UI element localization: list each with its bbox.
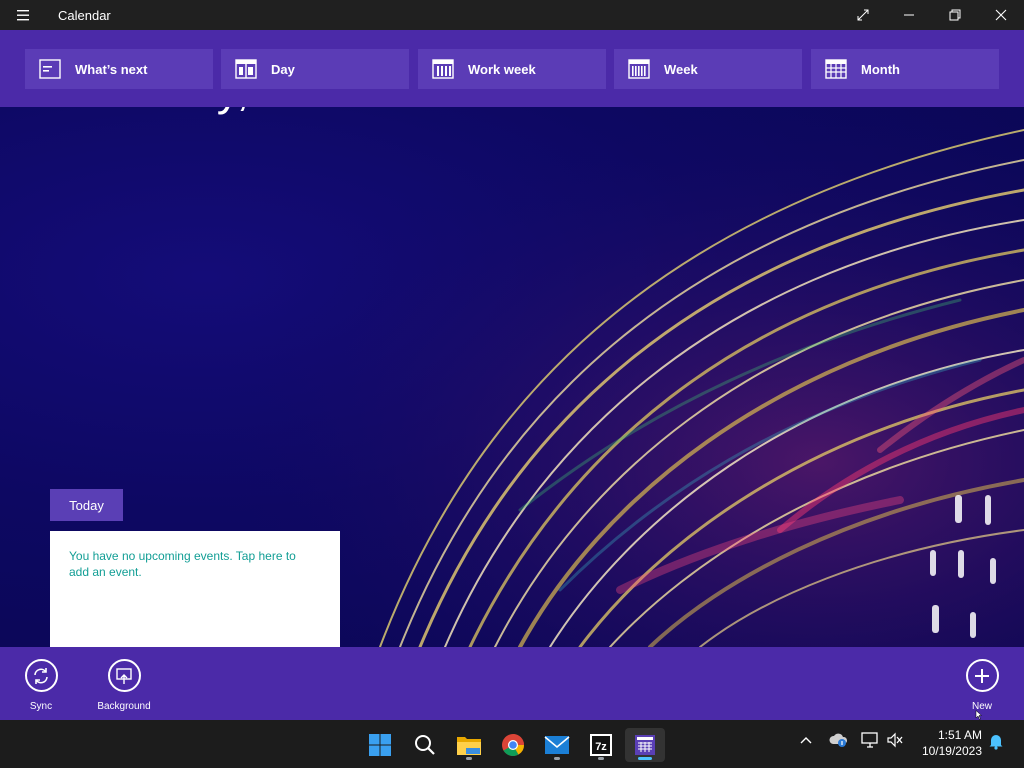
clock-date: 10/19/2023 <box>921 744 982 758</box>
whats-next-view-button[interactable]: What’s next <box>25 49 213 89</box>
file-explorer-button[interactable] <box>449 728 489 762</box>
background-icon <box>107 659 141 692</box>
start-button[interactable] <box>360 728 400 762</box>
day-view-icon <box>235 59 257 79</box>
7-zip-icon: 7z <box>590 734 612 756</box>
restore-icon <box>949 9 961 21</box>
week-view-icon <box>628 59 650 79</box>
volume-muted-icon <box>887 732 903 748</box>
minimize-button[interactable] <box>886 0 932 30</box>
notifications-button[interactable] <box>988 732 1004 755</box>
sync-label: Sync <box>29 701 53 712</box>
month-view-icon <box>825 59 847 79</box>
clock[interactable]: 1:51 AM 10/19/2023 <box>912 727 982 759</box>
running-indicator <box>466 757 472 760</box>
window-title: Calendar <box>58 8 111 23</box>
chrome-button[interactable] <box>493 728 533 762</box>
close-button[interactable] <box>978 0 1024 30</box>
network-icon <box>861 732 878 748</box>
app-command-bar: Sync Background New <box>0 647 1024 720</box>
mail-button[interactable] <box>537 728 577 762</box>
running-indicator <box>554 757 560 760</box>
work-week-icon <box>432 59 454 79</box>
mouse-cursor-icon <box>975 710 983 720</box>
work-week-view-button[interactable]: Work week <box>418 49 606 89</box>
sync-button[interactable]: Sync <box>1 659 81 712</box>
no-events-message[interactable]: You have no upcoming events. Tap here to… <box>69 548 319 580</box>
mail-icon <box>544 736 570 754</box>
day-view-button[interactable]: Day <box>221 49 409 89</box>
work-week-label: Work week <box>468 61 536 77</box>
view-switcher-bar: What’s next Day Work week Week Month <box>0 30 1024 107</box>
clock-time: 1:51 AM <box>937 728 982 742</box>
today-button[interactable]: Today <box>50 489 123 521</box>
week-label: Week <box>664 61 698 77</box>
chevron-up-icon <box>800 737 812 744</box>
search-button[interactable] <box>405 728 445 762</box>
chrome-icon <box>502 734 524 756</box>
show-hidden-icons-button[interactable] <box>798 732 814 753</box>
7-zip-button[interactable]: 7z <box>581 728 621 762</box>
day-label: Day <box>271 61 295 77</box>
onedrive-tray-button[interactable] <box>829 732 849 753</box>
expand-icon <box>857 9 869 21</box>
sync-icon <box>24 659 58 692</box>
hamburger-menu-icon[interactable] <box>12 6 34 24</box>
volume-tray-button[interactable] <box>886 732 904 753</box>
whats-next-icon <box>39 59 61 79</box>
calendar-icon <box>635 735 655 755</box>
title-bar: Calendar <box>0 0 1024 30</box>
windows-taskbar: 7z 1:51 AM 10/19/2023 <box>0 720 1024 768</box>
whats-next-label: What’s next <box>75 61 148 77</box>
active-indicator <box>638 757 652 760</box>
onedrive-cloud-icon <box>829 733 848 747</box>
upcoming-events-card[interactable]: You have no upcoming events. Tap here to… <box>50 531 340 647</box>
new-event-button[interactable]: New <box>942 659 1022 712</box>
month-label: Month <box>861 61 900 77</box>
restore-button[interactable] <box>932 0 978 30</box>
calendar-taskbar-button[interactable] <box>625 728 665 762</box>
close-icon <box>995 9 1007 21</box>
folder-icon <box>457 737 481 755</box>
network-tray-button[interactable] <box>861 732 879 753</box>
minimize-icon <box>904 14 914 16</box>
background-button[interactable]: Background <box>84 659 164 712</box>
svg-text:7z: 7z <box>595 741 607 753</box>
search-icon <box>415 735 435 755</box>
month-view-button[interactable]: Month <box>811 49 999 89</box>
windows-start-icon <box>369 734 391 756</box>
running-indicator <box>598 757 604 760</box>
background-label: Background <box>97 701 151 712</box>
week-view-button[interactable]: Week <box>614 49 802 89</box>
full-screen-button[interactable] <box>840 0 886 30</box>
notification-bell-icon <box>989 735 1003 750</box>
plus-icon <box>965 659 999 692</box>
